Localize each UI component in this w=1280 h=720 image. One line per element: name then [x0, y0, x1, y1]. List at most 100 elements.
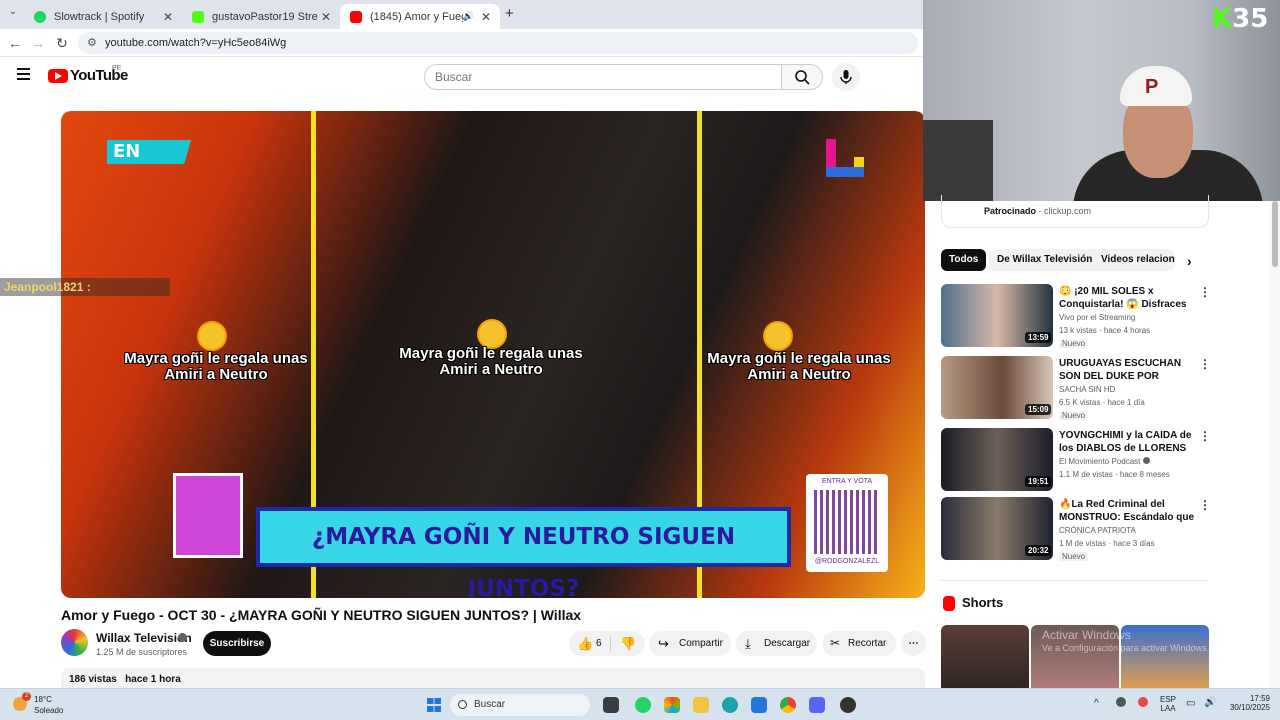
more-actions-icon[interactable]: ⋯	[901, 631, 926, 656]
video-caption: Mayra goñi le regala unas Amiri a Neutro	[399, 345, 583, 378]
edge-icon[interactable]	[722, 697, 738, 713]
channel-watermark	[826, 139, 864, 177]
scrollbar-thumb[interactable]	[1272, 201, 1278, 267]
temperature[interactable]: 18°C	[34, 695, 52, 704]
chevron-right-icon[interactable]: ›	[1187, 253, 1192, 269]
qr-code: ENTRA Y VOTA @RODGONZALEZL	[806, 474, 888, 572]
clock[interactable]: 17:59 30/10/2025	[1226, 694, 1270, 712]
more-options-icon[interactable]: ⋮	[1199, 429, 1211, 443]
windows-start-icon[interactable]	[427, 698, 441, 712]
search-input[interactable]: Buscar	[424, 64, 782, 90]
video-caption: Mayra goñi le regala unas Amiri a Neutro	[124, 350, 308, 383]
menu-icon[interactable]	[17, 68, 30, 80]
new-tab-button[interactable]: +	[505, 5, 514, 22]
scissors-icon: ✂	[830, 636, 841, 650]
search-icon	[795, 70, 810, 85]
url-field[interactable]: ⚙ youtube.com/watch?v=yHc5eo84iWg	[78, 32, 918, 54]
recommendation-meta: 1 M de vistas · hace 3 días	[1059, 539, 1155, 548]
recommendation-item[interactable]: 20:32 🔥La Red Criminal del MONSTRUO: Esc…	[941, 497, 1211, 561]
network-icon[interactable]: ▭	[1186, 698, 1195, 709]
chip-all[interactable]: Todos	[941, 249, 987, 271]
recommendation-item[interactable]: 15:09 URUGUAYAS ESCUCHAN SON DEL DUKE PO…	[941, 356, 1211, 420]
verified-icon	[1142, 457, 1150, 464]
clip-button[interactable]: ✂ Recortar	[822, 631, 896, 656]
short-thumbnail[interactable]	[1121, 625, 1209, 690]
task-view-icon[interactable]	[603, 697, 619, 713]
close-icon[interactable]: ✕	[160, 10, 176, 24]
back-icon[interactable]: ←	[7, 35, 23, 51]
tab-spotify[interactable]: Slowtrack | Spotify ✕	[24, 4, 182, 29]
new-badge: Nuevo	[1059, 339, 1089, 348]
youtube-logo-icon[interactable]	[48, 69, 68, 83]
download-icon: ⤓	[745, 636, 751, 651]
tray-expand-icon[interactable]: ^	[1094, 698, 1099, 709]
more-options-icon[interactable]: ⋮	[1199, 357, 1211, 371]
divider	[610, 636, 611, 651]
spotify-icon	[34, 10, 46, 23]
weather-badge: 2	[22, 692, 31, 701]
site-info-icon[interactable]: ⚙	[87, 32, 97, 54]
chrome-icon[interactable]	[780, 697, 796, 713]
language-indicator[interactable]: ESP LAA	[1160, 695, 1176, 713]
like-dislike-group: 👍 6 👎	[569, 631, 645, 656]
qr-handle: @RODGONZALEZL	[814, 558, 880, 565]
new-badge: Nuevo	[1059, 552, 1089, 561]
file-explorer-icon[interactable]	[693, 697, 709, 713]
section-divider	[941, 580, 1209, 581]
subscriber-count: 1.25 M de suscriptores	[96, 647, 188, 657]
tab-youtube[interactable]: (1845) Amor y Fuego - OCT 🔊 ✕	[340, 4, 500, 29]
taskbar-search[interactable]: Buscar	[450, 694, 590, 716]
recommendation-meta: 1.1 M de vistas · hace 8 meses	[1059, 470, 1170, 479]
store-icon[interactable]	[751, 697, 767, 713]
voice-search-button[interactable]	[832, 63, 860, 91]
recommendation-channel: CRÓNICA PATRIOTA	[1059, 526, 1136, 535]
subscribe-button[interactable]: Suscribirse	[203, 631, 271, 656]
tab-kick[interactable]: gustavoPastor19 Stream - Watc ✕	[182, 4, 340, 29]
kick-icon	[192, 10, 204, 23]
chip-channel[interactable]: De Willax Televisión	[989, 249, 1101, 271]
like-icon[interactable]: 👍	[577, 631, 593, 656]
dislike-icon[interactable]: 👎	[620, 631, 636, 656]
download-button[interactable]: ⤓ Descargar	[736, 631, 817, 656]
recommendation-item[interactable]: 19:51 YOVNGCHIMI y la CAIDA de los DIABL…	[941, 428, 1211, 492]
search-button[interactable]	[781, 64, 823, 90]
copilot-icon[interactable]	[664, 697, 680, 713]
tray-app-icon[interactable]	[1116, 697, 1126, 707]
chat-username: Jeanpool1821 :	[4, 280, 91, 294]
tab-title: Slowtrack | Spotify	[54, 10, 145, 23]
reload-icon[interactable]: ↻	[54, 35, 70, 52]
volume-icon[interactable]: 🔊	[1204, 697, 1216, 708]
qr-top-text: ENTRA Y VOTA	[821, 478, 873, 485]
chip-related[interactable]: Videos relacionac	[1093, 249, 1175, 271]
speaker-icon[interactable]: 🔊	[463, 11, 474, 22]
weather-condition[interactable]: Soleado	[34, 706, 63, 715]
video-player[interactable]: EN VIVO Mayra goñi le regala unas Amiri …	[61, 111, 925, 598]
close-icon[interactable]: ✕	[318, 10, 334, 24]
tray-app-icon[interactable]	[1138, 697, 1148, 707]
video-title: Amor y Fuego - OCT 30 - ¿MAYRA GOÑI Y NE…	[61, 607, 582, 623]
forward-icon[interactable]: →	[30, 35, 46, 51]
recommendation-channel: Vivo por el Streaming	[1059, 313, 1136, 322]
video-caption: Mayra goñi le regala unas Amiri a Neutro	[707, 350, 891, 383]
clock-time: 17:59	[1249, 694, 1270, 703]
discord-icon[interactable]	[809, 697, 825, 713]
verified-icon	[178, 633, 187, 642]
whatsapp-icon[interactable]	[635, 697, 651, 713]
close-icon[interactable]: ✕	[478, 10, 494, 24]
more-options-icon[interactable]: ⋮	[1199, 498, 1211, 512]
windows-taskbar: 2 18°C Soleado Buscar ^ ESP LAA ▭ 🔊 17:5…	[0, 688, 1280, 720]
recommendation-item[interactable]: 13:59 😳 ¡20 MIL SOLES x Conquistarla! 😱 …	[941, 284, 1211, 348]
short-thumbnail[interactable]	[941, 625, 1029, 690]
sponsor-domain: clickup.com	[1044, 206, 1092, 216]
qr-image	[814, 490, 880, 554]
tab-search-icon[interactable]: ⌄	[5, 6, 21, 17]
channel-avatar[interactable]	[61, 629, 88, 656]
more-options-icon[interactable]: ⋮	[1199, 285, 1211, 299]
view-count: 186 vistas	[69, 674, 117, 685]
keyboard-layout: LAA	[1160, 704, 1176, 713]
share-button[interactable]: ↪ Compartir	[649, 631, 731, 656]
scrollbar-track[interactable]	[1270, 201, 1280, 688]
app-icon[interactable]	[840, 697, 856, 713]
download-label: Descargar	[764, 638, 811, 649]
share-label: Compartir	[679, 638, 723, 649]
